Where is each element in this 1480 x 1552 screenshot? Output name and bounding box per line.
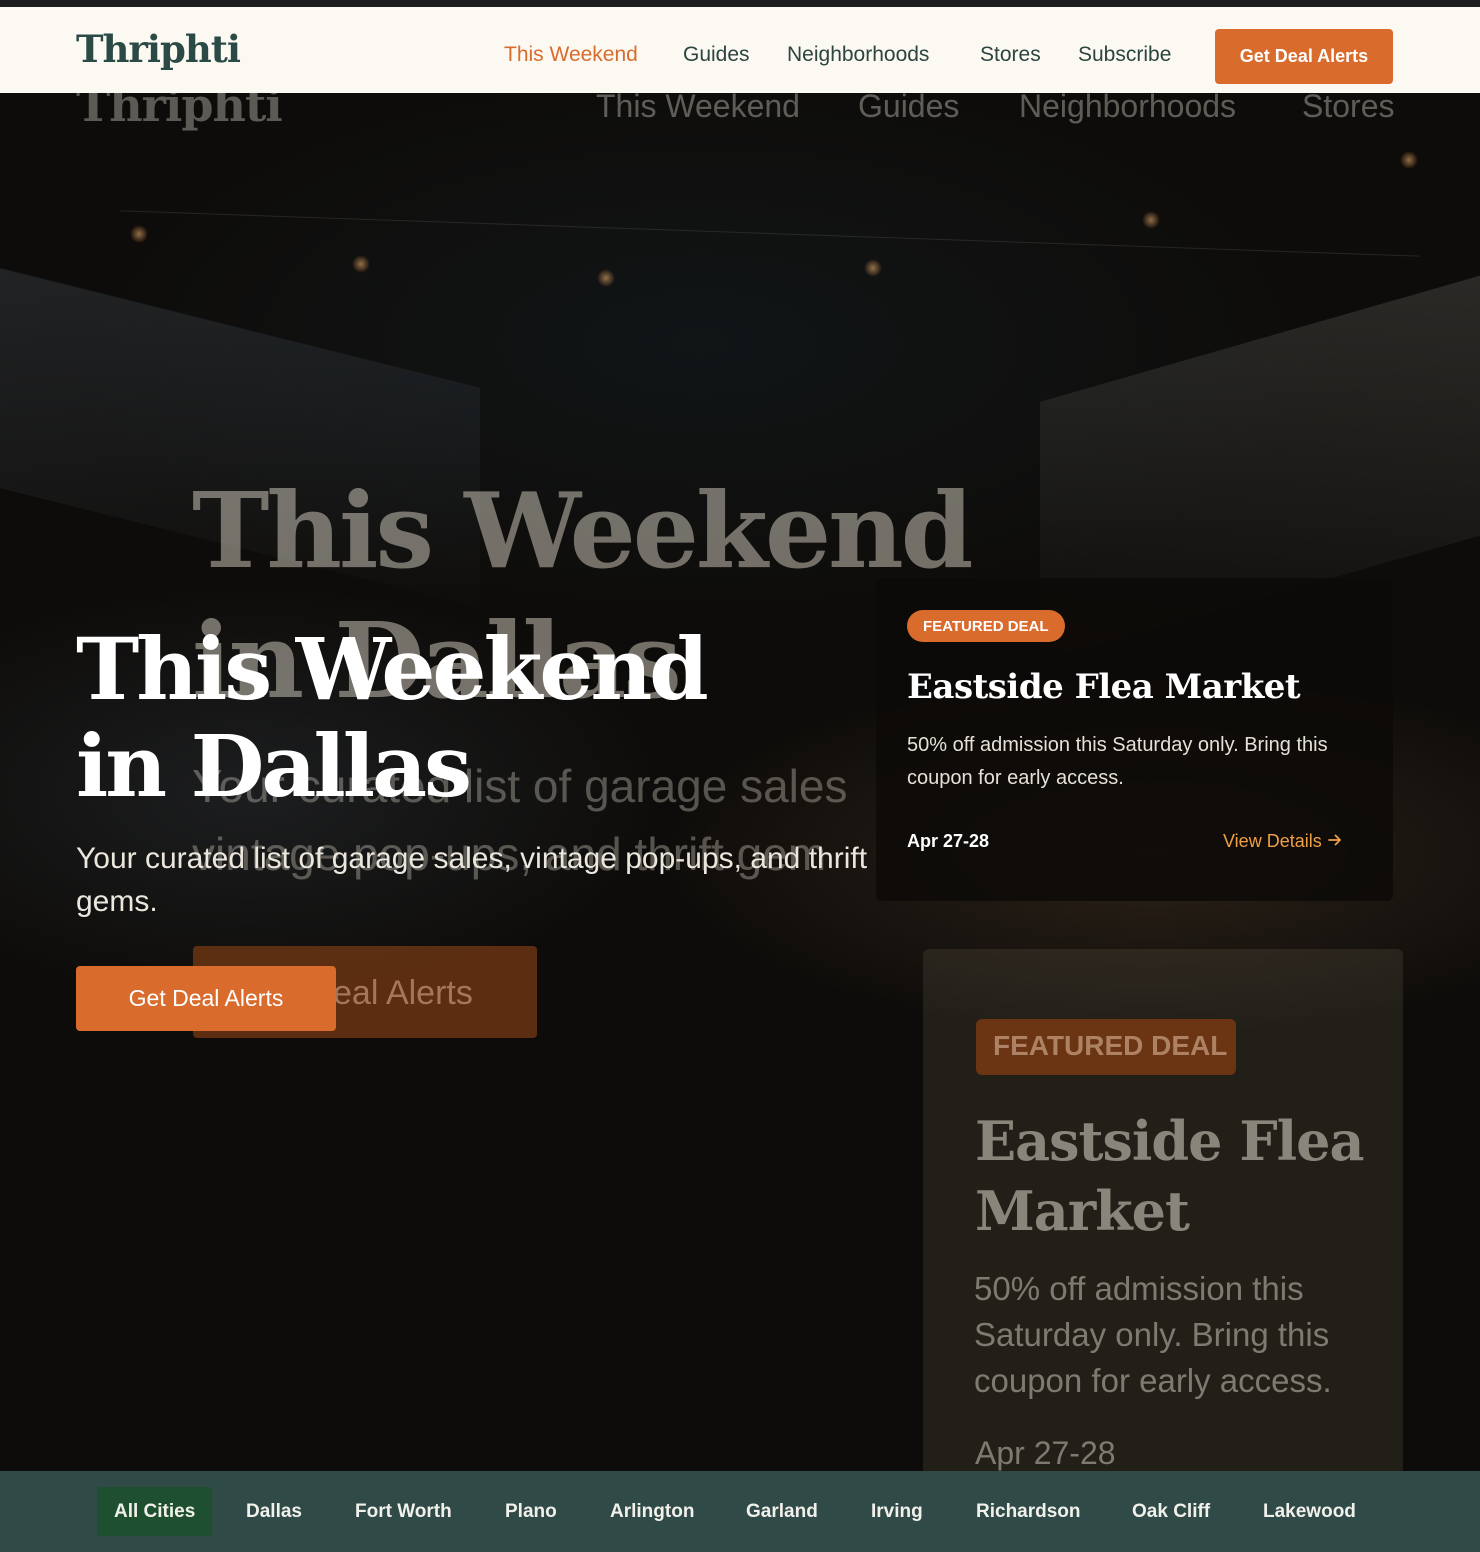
nav-item-stores[interactable]: Stores (980, 44, 1041, 65)
ghost-badge-label: FEATURED DEAL (993, 1030, 1228, 1061)
string-light-bulb (597, 269, 615, 287)
featured-deal-card: FEATURED DEAL Eastside Flea Market 50% o… (876, 578, 1393, 901)
view-details-label: View Details (1223, 831, 1322, 851)
string-light-bulb (352, 255, 370, 273)
get-deal-alerts-hero-button[interactable]: Get Deal Alerts (76, 966, 336, 1031)
nav-item-guides[interactable]: Guides (683, 44, 750, 65)
city-chip-arlington[interactable]: Arlington (593, 1487, 711, 1536)
nav-item-subscribe[interactable]: Subscribe (1078, 44, 1171, 65)
city-chip-richardson[interactable]: Richardson (959, 1487, 1098, 1536)
site-header: Thriphti This Weekend Guides Neighborhoo… (0, 7, 1480, 93)
tent-canopy-left (0, 258, 480, 608)
city-chip-oak-cliff[interactable]: Oak Cliff (1115, 1487, 1227, 1536)
city-chip-dallas[interactable]: Dallas (229, 1487, 319, 1536)
featured-deal-date: Apr 27-28 (907, 831, 990, 851)
city-filter-bar: All Cities Dallas Fort Worth Plano Arlin… (0, 1471, 1480, 1552)
city-chip-all-cities[interactable]: All Cities (97, 1487, 213, 1536)
window-top-strip (0, 0, 1480, 7)
featured-deal-description: 50% off admission this Saturday only. Br… (907, 734, 1328, 789)
hero-title: This Weekend in Dallas (76, 622, 876, 816)
city-chip-plano[interactable]: Plano (488, 1487, 574, 1536)
nav-item-this-weekend[interactable]: This Weekend (504, 44, 638, 65)
get-deal-alerts-header-button[interactable]: Get Deal Alerts (1215, 29, 1393, 84)
string-light-bulb (1142, 211, 1160, 229)
hero-subtitle: Your curated list of garage sales, vinta… (76, 842, 868, 918)
ghost-cta-label: eal Alerts (333, 974, 473, 1012)
city-chip-garland[interactable]: Garland (729, 1487, 835, 1536)
site-logo[interactable]: Thriphti (76, 31, 241, 68)
hero-title-line-2: in Dallas (76, 717, 472, 817)
city-chip-irving[interactable]: Irving (854, 1487, 940, 1536)
featured-deal-title: Eastside Flea Market (907, 667, 1301, 707)
ghost-card-date: Apr 27-28 (975, 1435, 1116, 1471)
string-light-bulb (864, 259, 882, 277)
ghost-card-description: 50% off admission this Saturday only. Br… (974, 1270, 1332, 1399)
nav-item-neighborhoods[interactable]: Neighborhoods (787, 44, 929, 65)
city-chip-fort-worth[interactable]: Fort Worth (338, 1487, 469, 1536)
hero-title-line-1: This Weekend (76, 620, 709, 720)
view-details-link[interactable]: View Details (1223, 831, 1342, 852)
ghost-card-title: Eastside Flea Market (975, 1109, 1365, 1243)
string-light-bulb (130, 225, 148, 243)
arrow-right-icon (1327, 831, 1342, 852)
city-chip-lakewood[interactable]: Lakewood (1246, 1487, 1373, 1536)
featured-deal-badge: FEATURED DEAL (907, 610, 1065, 642)
string-light-bulb (1400, 151, 1418, 169)
string-light-wire (120, 210, 1420, 257)
